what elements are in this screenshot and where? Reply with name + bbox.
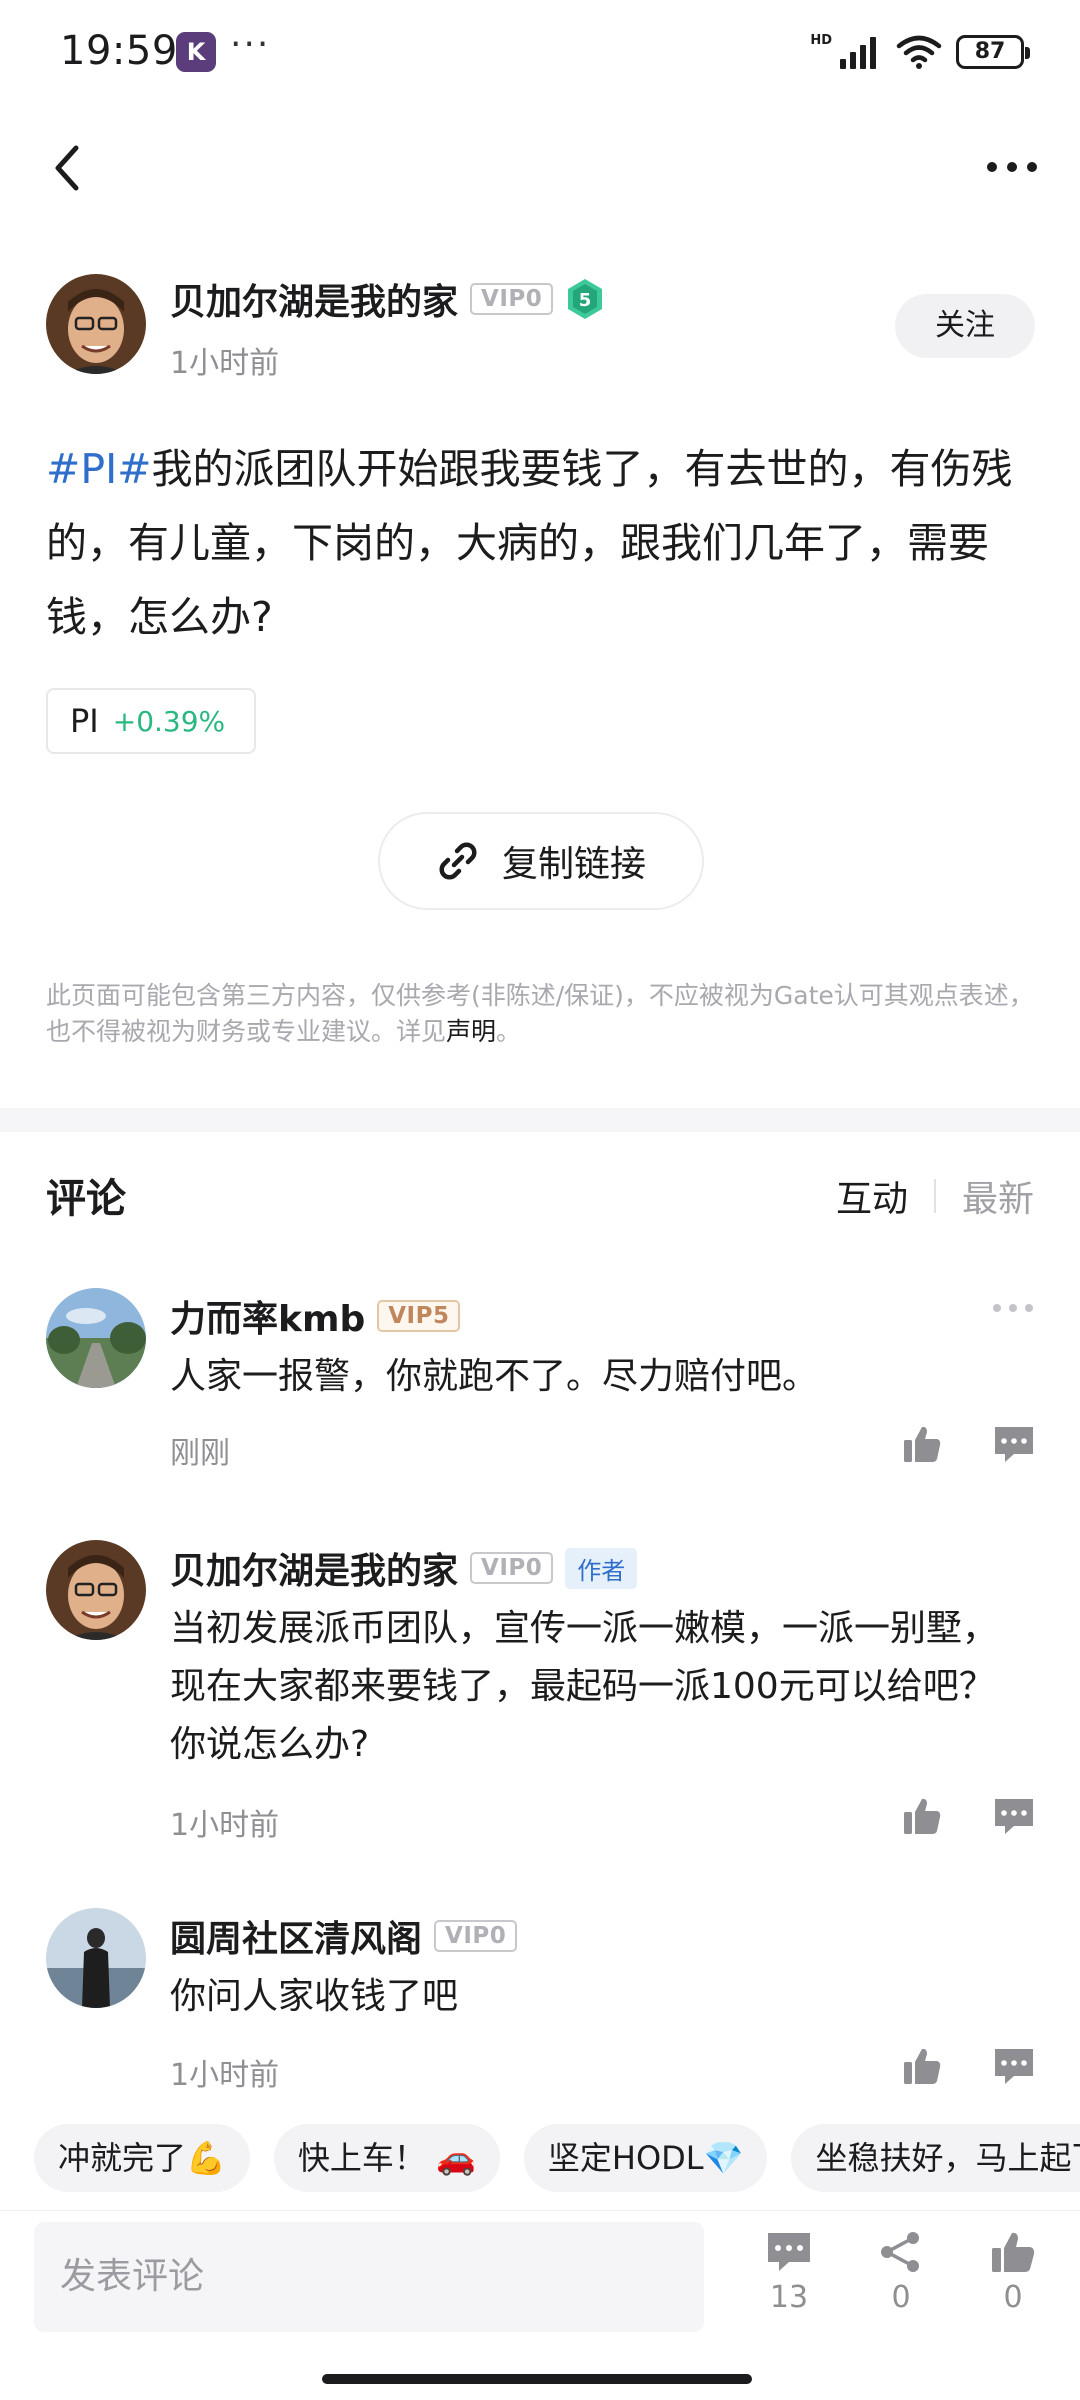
hashtag-link[interactable]: #PI#: [46, 445, 152, 493]
more-options-icon[interactable]: [984, 142, 1040, 192]
like-icon[interactable]: [902, 1424, 942, 1464]
like-icon[interactable]: [902, 1796, 942, 1836]
disclaimer-end: 。: [496, 1017, 522, 1046]
post-time: 1小时前: [170, 346, 280, 381]
thumbs-up-icon: [992, 2232, 1035, 2272]
author-avatar[interactable]: [46, 274, 146, 374]
comment-input[interactable]: 发表评论: [34, 2222, 704, 2332]
vip-badge: VIP0: [470, 283, 554, 315]
like-action[interactable]: 0: [968, 2230, 1058, 2315]
sort-tab-latest[interactable]: 最新: [962, 1170, 1034, 1222]
vip-badge: VIP0: [470, 1552, 554, 1584]
quick-reply-chip[interactable]: 快上车！ 🚗: [273, 2124, 500, 2192]
post-content: #PI#我的派团队开始跟我要钱了，有去世的，有伤残的，有儿童，下岗的，大病的，跟…: [46, 432, 1036, 654]
post-text: 我的派团队开始跟我要钱了，有去世的，有伤残的，有儿童，下岗的，大病的，跟我们几年…: [46, 445, 1013, 641]
share-action[interactable]: 0: [856, 2230, 946, 2315]
sort-tabs: 互动 最新: [836, 1170, 1034, 1222]
comment-time: 1小时前: [170, 1808, 280, 1843]
vip-badge: VIP5: [377, 1300, 461, 1332]
comment-header: 力而率kmb VIP5: [170, 1290, 461, 1342]
commenter-name[interactable]: 圆周社区清风阁: [170, 1910, 422, 1962]
share-icon: [881, 2232, 919, 2272]
copy-link-button[interactable]: 复制链接: [378, 812, 704, 910]
comment-header: 圆周社区清风阁 VIP0: [170, 1910, 518, 1962]
like-count: 0: [1003, 2280, 1023, 2315]
ticker-symbol: PI: [70, 702, 99, 740]
comment-time: 刚刚: [170, 1436, 230, 1471]
comment-text: 当初发展派币团队，宣传一派一嫩模，一派一别墅，现在大家都来要钱了，最起码一派10…: [170, 1608, 999, 1765]
commenter-avatar[interactable]: [46, 1288, 146, 1388]
author-name[interactable]: 贝加尔湖是我的家: [170, 273, 458, 325]
commenter-avatar[interactable]: [46, 1908, 146, 2008]
quick-reply-chip[interactable]: 冲就完了💪: [34, 2124, 250, 2192]
level-number: 5: [579, 290, 592, 311]
commenter-name[interactable]: 力而率kmb: [170, 1290, 365, 1342]
comments-action[interactable]: 13: [744, 2230, 834, 2315]
disclaimer-link[interactable]: 声明: [446, 1017, 496, 1046]
comments-title: 评论: [46, 1176, 126, 1222]
link-icon: [439, 842, 477, 880]
status-bar: 19:59 K ··· HD 87: [0, 0, 1080, 100]
wifi-icon: [896, 35, 942, 69]
comment-more-icon[interactable]: [990, 1298, 1036, 1318]
share-count: 0: [891, 2280, 911, 2315]
disclaimer-text: 此页面可能包含第三方内容，仅供参考(非陈述/保证)，不应被视为Gate认可其观点…: [46, 981, 1034, 1046]
author-tag: 作者: [565, 1547, 638, 1589]
vip-badge: VIP0: [434, 1920, 518, 1952]
ticker-chip[interactable]: PI +0.39%: [46, 688, 256, 754]
quick-reply-chip[interactable]: 坚定HODL💎: [523, 2124, 768, 2192]
signal-icon: [840, 37, 876, 69]
quick-reply-row: 冲就完了💪 快上车！ 🚗 坚定HODL💎 坐稳扶好，马上起飞: [34, 2124, 1080, 2192]
level-badge-icon: 5: [568, 279, 603, 319]
reply-icon[interactable]: [992, 1424, 1036, 1464]
status-time: 19:59: [60, 28, 178, 74]
ticker-change: +0.39%: [112, 704, 226, 738]
quick-reply-chip[interactable]: 坐稳扶好，马上起飞: [791, 2124, 1080, 2192]
reply-icon[interactable]: [992, 1796, 1036, 1836]
comment-count: 13: [769, 2280, 809, 2315]
comment-time: 1小时前: [170, 2058, 280, 2093]
comment-header: 贝加尔湖是我的家 VIP0 作者: [170, 1542, 638, 1594]
disclaimer: 此页面可能包含第三方内容，仅供参考(非陈述/保证)，不应被视为Gate认可其观点…: [46, 978, 1036, 1050]
status-indicators: HD 87: [810, 30, 1030, 74]
home-indicator[interactable]: [322, 2374, 752, 2384]
commenter-name[interactable]: 贝加尔湖是我的家: [170, 1542, 458, 1594]
hd-label: HD: [810, 32, 832, 48]
like-icon[interactable]: [902, 2046, 942, 2086]
battery-icon: 87: [956, 35, 1030, 69]
comment-icon: [768, 2233, 810, 2271]
bottom-divider: [0, 2210, 1080, 2211]
comment-text: 你问人家收钱了吧: [170, 1976, 459, 2017]
follow-button[interactable]: 关注: [895, 294, 1035, 358]
author-row: 贝加尔湖是我的家 VIP0 5: [170, 273, 605, 325]
sort-tab-interaction[interactable]: 互动: [836, 1170, 908, 1222]
app-notification-icon: K: [176, 32, 216, 72]
comment-text: 人家一报警，你就跑不了。尽力赔付吧。: [170, 1356, 819, 1397]
section-divider: [0, 1108, 1080, 1132]
commenter-avatar[interactable]: [46, 1540, 146, 1640]
copy-link-label: 复制链接: [501, 844, 646, 885]
status-more-icon: ···: [230, 24, 271, 65]
reply-icon[interactable]: [992, 2046, 1036, 2086]
back-chevron-icon[interactable]: [46, 138, 90, 198]
sort-separator: [933, 1179, 936, 1213]
